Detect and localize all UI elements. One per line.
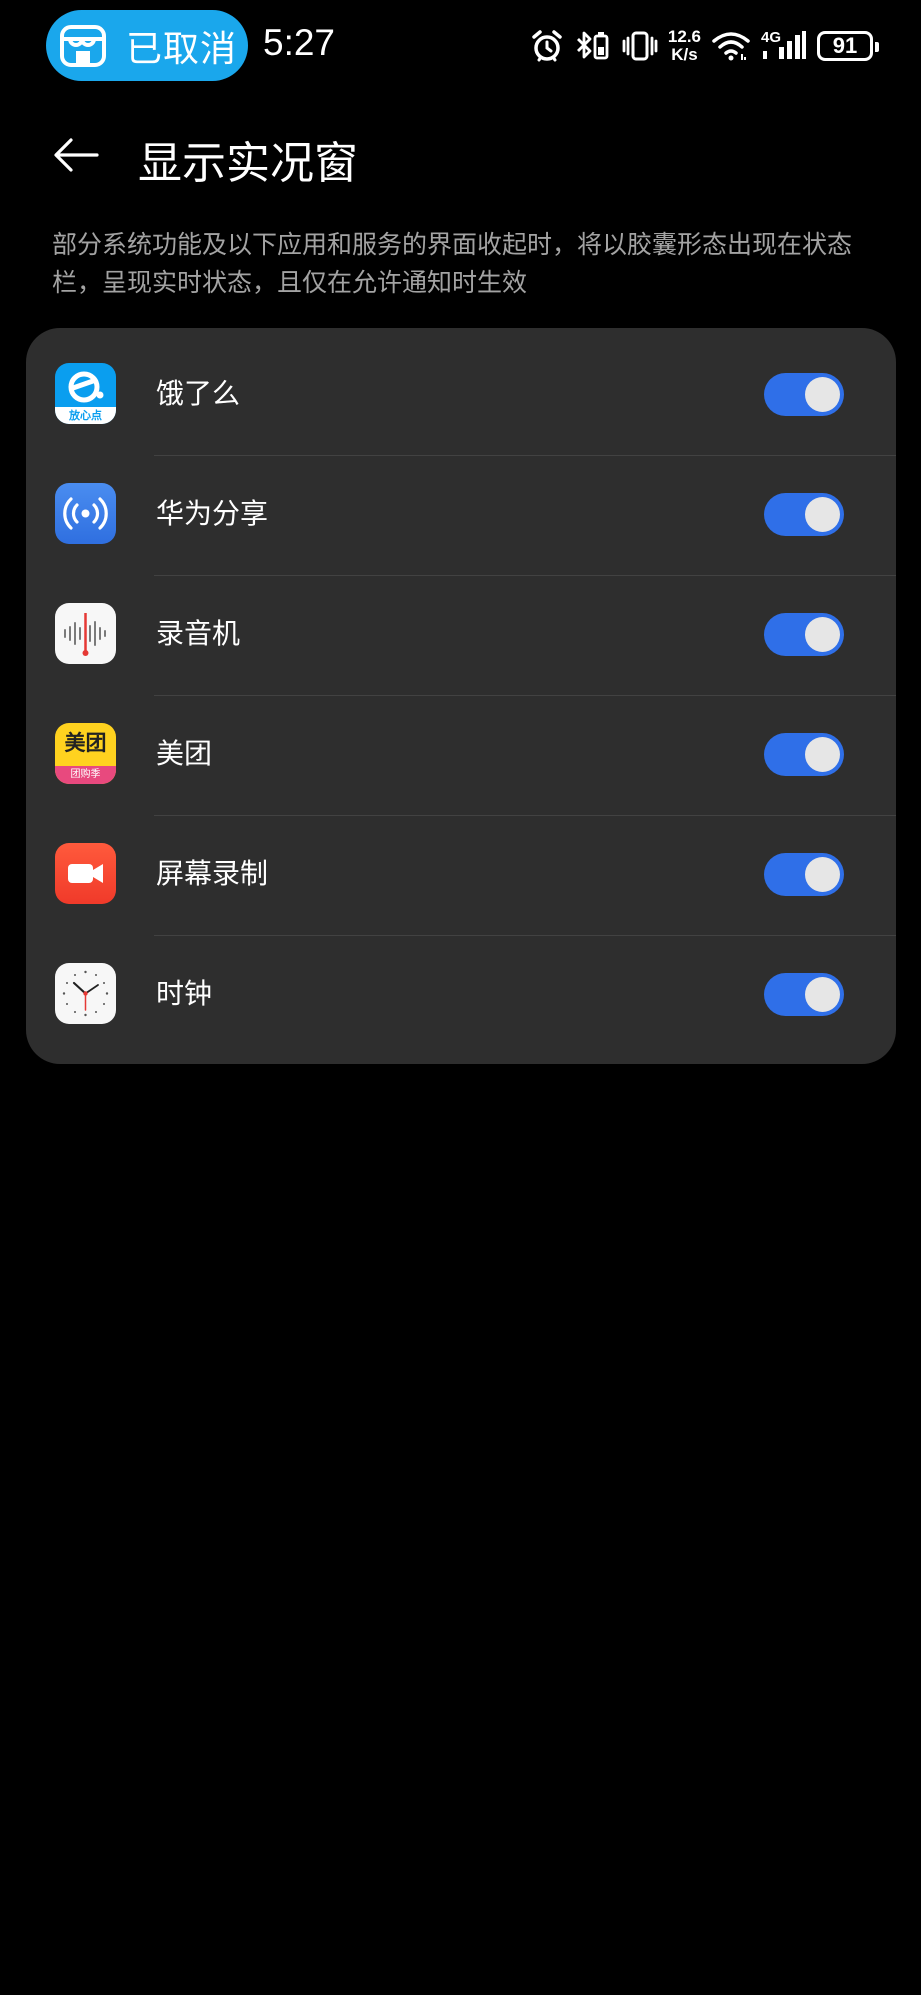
huawei-share-icon — [55, 483, 116, 544]
status-icons: 12.6 K/s 4G 91 — [530, 22, 879, 70]
back-arrow-icon — [54, 138, 99, 172]
app-name: 美团 — [156, 737, 213, 770]
toggle-knob — [805, 497, 840, 532]
toggle-knob — [805, 977, 840, 1012]
toggle-knob — [805, 377, 840, 412]
page-title: 显示实况窗 — [138, 138, 358, 189]
toggle-switch[interactable] — [764, 733, 844, 776]
vibrate-icon — [622, 29, 658, 63]
bluetooth-battery-icon — [574, 29, 612, 63]
list-item[interactable]: 时钟 — [26, 928, 896, 1048]
battery-level: 91 — [832, 33, 858, 58]
status-time: 5:27 — [263, 22, 336, 63]
app-name: 时钟 — [156, 977, 213, 1010]
wifi-icon — [711, 30, 751, 62]
net-speed-value: 12.6 — [667, 27, 701, 46]
meituan-icon: 美团 团购季 — [55, 723, 116, 784]
toggle-knob — [805, 857, 840, 892]
list-item[interactable]: 录音机 — [26, 568, 896, 688]
toggle-knob — [805, 617, 840, 652]
toggle-knob — [805, 737, 840, 772]
alarm-icon — [530, 29, 564, 63]
back-button[interactable] — [46, 125, 106, 185]
list-item[interactable]: 屏幕录制 — [26, 808, 896, 928]
net-speed: 12.6 K/s — [668, 28, 701, 64]
app-list-card: 放心点 饿了么 华为分享 录音机 美团 团购季 美团 屏幕录制 时钟 — [26, 328, 896, 1064]
toggle-switch[interactable] — [764, 853, 844, 896]
live-capsule[interactable]: 已取消 — [46, 10, 248, 81]
toggle-switch[interactable] — [764, 373, 844, 416]
recorder-icon — [55, 603, 116, 664]
description-text: 部分系统功能及以下应用和服务的界面收起时，将以胶囊形态出现在状态栏，呈现实时状态… — [52, 230, 853, 297]
toggle-switch[interactable] — [764, 493, 844, 536]
screen-record-icon — [55, 843, 116, 904]
eleme-icon: 放心点 — [55, 363, 116, 424]
app-name: 华为分享 — [156, 497, 269, 530]
net-speed-unit: K/s — [671, 45, 698, 64]
app-name: 录音机 — [156, 617, 241, 650]
eleme-icon-text: 放心点 — [69, 409, 102, 422]
live-window-settings-screen: 已取消 5:27 12.6 K/s 4G 91 显示实况窗 部分系统功能及以下应… — [0, 0, 921, 1995]
app-name: 饿了么 — [156, 377, 241, 410]
cellular-signal-icon: 4G — [761, 29, 807, 63]
list-item[interactable]: 放心点 饿了么 — [26, 328, 896, 448]
clock-app-icon — [55, 963, 116, 1024]
status-bar: 已取消 5:27 12.6 K/s 4G 91 — [0, 0, 921, 92]
list-item[interactable]: 华为分享 — [26, 448, 896, 568]
header: 显示实况窗 — [0, 115, 921, 195]
meituan-icon-text: 美团 — [64, 731, 107, 755]
store-icon — [56, 19, 110, 73]
app-name: 屏幕录制 — [156, 857, 269, 890]
list-item[interactable]: 美团 团购季 美团 — [26, 688, 896, 808]
battery-icon: 91 — [817, 31, 879, 61]
toggle-switch[interactable] — [764, 973, 844, 1016]
capsule-label: 已取消 — [126, 28, 238, 70]
toggle-switch[interactable] — [764, 613, 844, 656]
meituan-icon-subtext: 团购季 — [55, 766, 116, 784]
